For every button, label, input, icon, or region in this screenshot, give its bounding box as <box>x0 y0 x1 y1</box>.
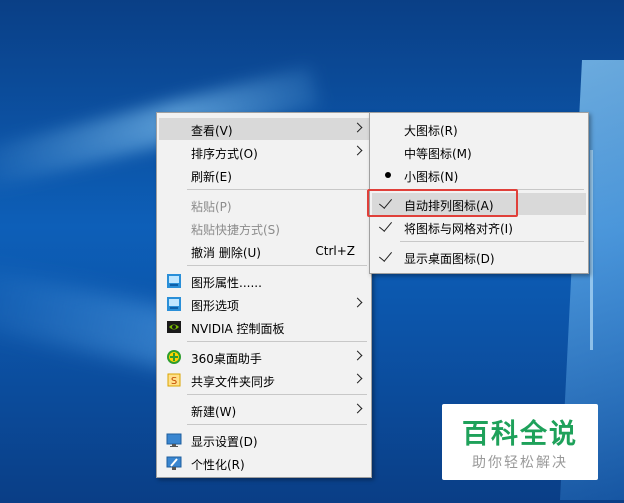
watermark-subtitle: 助你轻松解决 <box>472 455 568 471</box>
checkmark-icon <box>378 218 393 232</box>
submenu-item-medium-icons[interactable]: 中等图标(M) <box>372 141 586 163</box>
menu-item-label: 排序方式(O) <box>191 147 258 161</box>
menu-item-shared-folder-sync[interactable]: S 共享文件夹同步 <box>159 369 369 391</box>
chevron-right-icon <box>352 145 363 156</box>
watermark-title: 百科全说 <box>462 419 578 450</box>
menu-item-label: 显示桌面图标(D) <box>404 252 495 266</box>
menu-item-graphics-options[interactable]: 图形选项 <box>159 293 369 315</box>
menu-item-label: 将图标与网格对齐(I) <box>404 222 513 236</box>
display-icon <box>166 433 182 447</box>
submenu-item-auto-arrange-icons[interactable]: 自动排列图标(A) <box>372 193 586 215</box>
menu-item-graphics-properties[interactable]: 图形属性...... <box>159 270 369 292</box>
menu-item-label: 360桌面助手 <box>191 352 262 366</box>
menu-item-label: 新建(W) <box>191 405 237 419</box>
radio-bullet-icon <box>385 172 391 178</box>
menu-item-label: 查看(V) <box>191 124 233 138</box>
menu-item-view[interactable]: 查看(V) <box>159 118 369 140</box>
checkmark-icon <box>378 195 393 209</box>
chevron-right-icon <box>352 403 363 414</box>
menu-item-label: 小图标(N) <box>404 170 459 184</box>
menu-item-sort-by[interactable]: 排序方式(O) <box>159 141 369 163</box>
menu-separator <box>187 341 367 342</box>
menu-item-label: 粘贴(P) <box>191 200 232 214</box>
svg-text:S: S <box>171 376 177 387</box>
menu-item-nvidia-control-panel[interactable]: NVIDIA 控制面板 <box>159 316 369 338</box>
menu-item-label: 自动排列图标(A) <box>404 199 494 213</box>
360-icon <box>167 350 181 364</box>
menu-separator <box>187 189 367 190</box>
menu-item-label: NVIDIA 控制面板 <box>191 322 285 336</box>
submenu-item-show-desktop-icons[interactable]: 显示桌面图标(D) <box>372 246 586 268</box>
menu-item-new[interactable]: 新建(W) <box>159 399 369 421</box>
menu-item-paste[interactable]: 粘贴(P) <box>159 194 369 216</box>
menu-item-label: 大图标(R) <box>404 124 458 138</box>
submenu-item-align-to-grid[interactable]: 将图标与网格对齐(I) <box>372 216 586 238</box>
menu-separator <box>400 189 584 190</box>
intel-graphics-icon <box>167 274 181 288</box>
menu-separator <box>400 241 584 242</box>
watermark-logo: 百科全说 助你轻松解决 <box>442 404 598 480</box>
checkmark-icon <box>378 248 393 262</box>
chevron-right-icon <box>352 350 363 361</box>
menu-item-label: 图形属性...... <box>191 276 262 290</box>
menu-item-personalize[interactable]: 个性化(R) <box>159 452 369 474</box>
intel-graphics-icon <box>167 297 181 311</box>
menu-item-display-settings[interactable]: 显示设置(D) <box>159 429 369 451</box>
menu-item-label: 刷新(E) <box>191 170 232 184</box>
chevron-right-icon <box>352 122 363 133</box>
menu-item-shortcut: Ctrl+Z <box>315 244 355 258</box>
chevron-right-icon <box>352 373 363 384</box>
menu-item-label: 个性化(R) <box>191 458 245 472</box>
personalize-icon <box>166 456 182 470</box>
menu-item-paste-shortcut[interactable]: 粘贴快捷方式(S) <box>159 217 369 239</box>
view-submenu: 大图标(R) 中等图标(M) 小图标(N) 自动排列图标(A) 将图标与网格对齐… <box>369 112 589 274</box>
menu-item-360-desktop-assistant[interactable]: 360桌面助手 <box>159 346 369 368</box>
menu-item-label: 中等图标(M) <box>404 147 472 161</box>
wallpaper-window-frame <box>590 150 624 350</box>
nvidia-icon <box>167 321 181 333</box>
desktop-context-menu: 查看(V) 排序方式(O) 刷新(E) 粘贴(P) 粘贴快捷方式(S) 撤消 删… <box>156 112 372 478</box>
menu-separator <box>187 394 367 395</box>
menu-item-refresh[interactable]: 刷新(E) <box>159 164 369 186</box>
menu-item-label: 图形选项 <box>191 299 240 313</box>
sync-folder-icon: S <box>167 373 181 387</box>
menu-item-label: 撤消 删除(U) <box>191 246 261 260</box>
menu-item-label: 粘贴快捷方式(S) <box>191 223 280 237</box>
menu-separator <box>187 424 367 425</box>
chevron-right-icon <box>352 297 363 308</box>
menu-item-label: 显示设置(D) <box>191 435 258 449</box>
submenu-item-large-icons[interactable]: 大图标(R) <box>372 118 586 140</box>
menu-separator <box>187 265 367 266</box>
menu-item-undo-delete[interactable]: 撤消 删除(U) Ctrl+Z <box>159 240 369 262</box>
submenu-item-small-icons[interactable]: 小图标(N) <box>372 164 586 186</box>
menu-item-label: 共享文件夹同步 <box>191 375 276 389</box>
